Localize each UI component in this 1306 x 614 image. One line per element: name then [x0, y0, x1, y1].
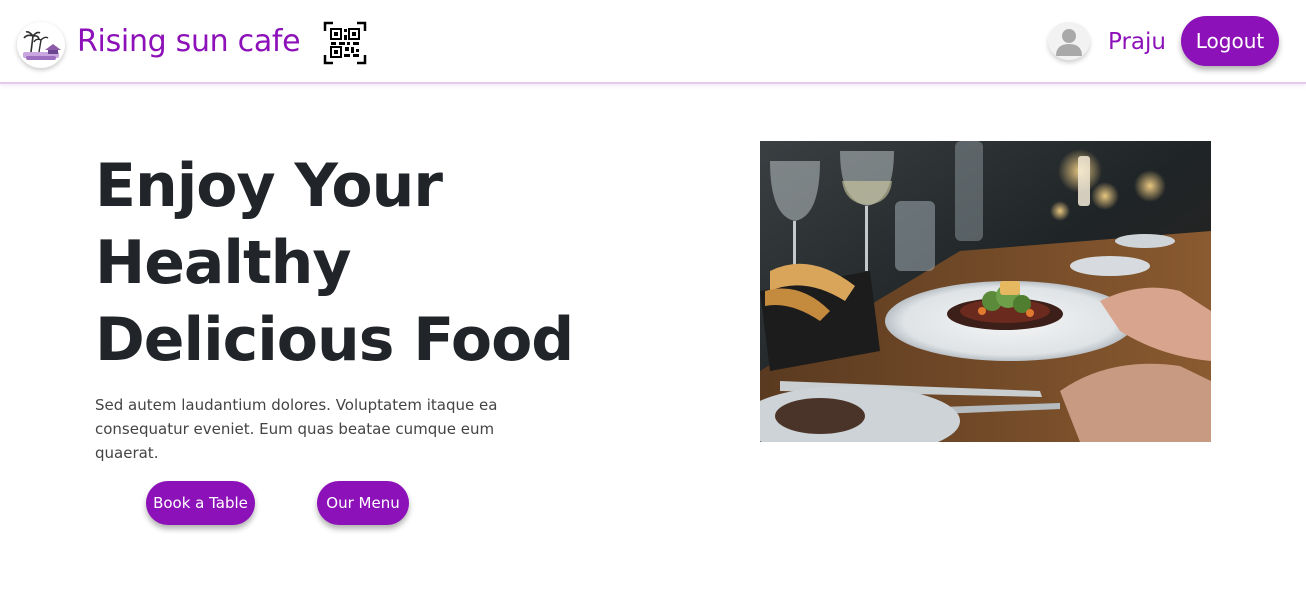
qr-code-icon[interactable]	[323, 21, 367, 65]
user-avatar-icon[interactable]	[1048, 22, 1090, 60]
palm-beach-logo-icon[interactable]	[17, 22, 65, 68]
top-navbar: Rising sun cafe Praju Logout	[0, 0, 1306, 84]
book-table-button[interactable]: Book a Table	[146, 481, 255, 525]
hero-title-line-2: Healthy	[95, 228, 351, 298]
hero-title-line-3: Delicious Food	[95, 305, 574, 375]
hero-title: Enjoy Your Healthy Delicious Food	[95, 148, 695, 379]
hero-description: Sed autem laudantium dolores. Voluptatem…	[95, 396, 498, 462]
username-label: Praju	[1108, 29, 1166, 55]
brand-name[interactable]: Rising sun cafe	[77, 22, 301, 62]
our-menu-button[interactable]: Our Menu	[317, 481, 409, 525]
logout-button[interactable]: Logout	[1181, 16, 1279, 66]
hero-title-line-1: Enjoy Your	[95, 151, 443, 221]
restaurant-dish-photo	[760, 141, 1211, 442]
